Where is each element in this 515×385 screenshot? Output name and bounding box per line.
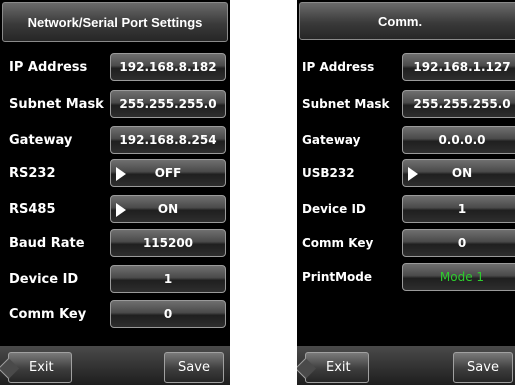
setting-row-comm-key: Comm Key 0 <box>297 229 515 259</box>
subnet-mask-field[interactable]: 255.255.255.0 <box>402 90 515 118</box>
setting-row-baud-rate: Baud Rate 115200 <box>0 229 230 259</box>
setting-label: Baud Rate <box>9 236 85 251</box>
setting-row-subnet-mask: Subnet Mask 255.255.255.0 <box>297 90 515 120</box>
device-id-field[interactable]: 1 <box>402 195 515 223</box>
play-arrow-icon <box>408 167 418 181</box>
setting-row-rs232: RS232 OFF <box>0 159 230 189</box>
setting-label: IP Address <box>302 60 375 74</box>
ip-address-field[interactable]: 192.168.8.182 <box>110 53 226 81</box>
gateway-field[interactable]: 0.0.0.0 <box>402 126 515 154</box>
setting-label: Gateway <box>302 133 361 147</box>
device-id-field[interactable]: 1 <box>110 265 226 293</box>
setting-label: Comm Key <box>9 307 87 322</box>
setting-row-ip-address: IP Address 192.168.1.127 <box>297 53 515 83</box>
setting-label: Device ID <box>9 272 79 287</box>
setting-label: Comm Key <box>302 236 374 250</box>
setting-row-gateway: Gateway 0.0.0.0 <box>297 126 515 156</box>
setting-row-rs485: RS485 ON <box>0 195 230 225</box>
setting-label: Subnet Mask <box>9 97 104 112</box>
setting-label: USB232 <box>302 166 355 180</box>
print-mode-selector[interactable]: Mode 1 <box>402 263 515 291</box>
comm-settings-panel: Comm. IP Address 192.168.1.127 Subnet Ma… <box>297 0 515 385</box>
save-button[interactable]: Save <box>164 352 224 383</box>
setting-label: Subnet Mask <box>302 97 390 111</box>
setting-row-subnet-mask: Subnet Mask 255.255.255.0 <box>0 90 230 120</box>
exit-button-label: Exit <box>29 360 54 375</box>
exit-button[interactable]: Exit <box>0 352 72 383</box>
subnet-mask-field[interactable]: 255.255.255.0 <box>110 90 226 118</box>
setting-row-ip-address: IP Address 192.168.8.182 <box>0 53 230 83</box>
panel-title: Comm. <box>299 2 515 40</box>
baud-rate-field[interactable]: 115200 <box>110 229 226 257</box>
setting-label: RS485 <box>9 202 56 217</box>
comm-key-field[interactable]: 0 <box>110 300 226 328</box>
play-arrow-icon <box>116 203 126 217</box>
rs232-toggle[interactable]: OFF <box>110 159 226 187</box>
setting-row-usb232: USB232 ON <box>297 159 515 189</box>
save-button[interactable]: Save <box>453 352 513 383</box>
setting-label: IP Address <box>9 60 88 75</box>
exit-button[interactable]: Exit <box>297 352 369 383</box>
usb232-toggle[interactable]: ON <box>402 159 515 187</box>
panel-title: Network/Serial Port Settings <box>2 2 228 42</box>
ip-address-field[interactable]: 192.168.1.127 <box>402 53 515 81</box>
comm-key-field[interactable]: 0 <box>402 229 515 257</box>
network-serial-settings-panel: Network/Serial Port Settings IP Address … <box>0 0 230 385</box>
setting-row-device-id: Device ID 1 <box>297 195 515 225</box>
setting-label: Device ID <box>302 202 366 216</box>
rs485-toggle[interactable]: ON <box>110 195 226 223</box>
setting-label: PrintMode <box>302 270 373 284</box>
setting-row-print-mode: PrintMode Mode 1 <box>297 263 515 293</box>
gateway-field[interactable]: 192.168.8.254 <box>110 126 226 154</box>
toggle-value: ON <box>451 166 473 180</box>
setting-row-device-id: Device ID 1 <box>0 265 230 295</box>
setting-label: RS232 <box>9 166 56 181</box>
toggle-value: ON <box>157 202 179 216</box>
setting-row-gateway: Gateway 192.168.8.254 <box>0 126 230 156</box>
toggle-value: OFF <box>154 166 182 180</box>
play-arrow-icon <box>116 167 126 181</box>
setting-row-comm-key: Comm Key 0 <box>0 300 230 330</box>
exit-button-label: Exit <box>326 360 351 375</box>
setting-label: Gateway <box>9 133 73 148</box>
